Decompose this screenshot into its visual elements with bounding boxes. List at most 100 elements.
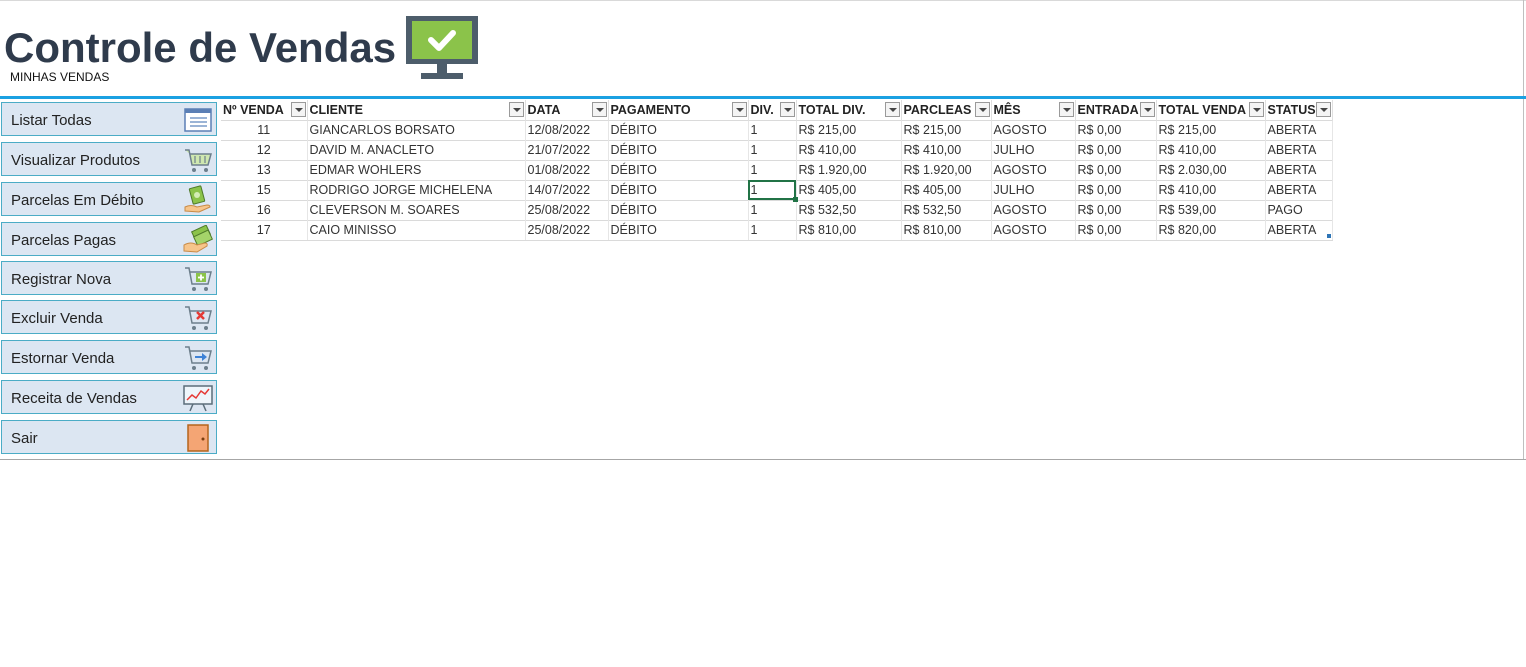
excluir-venda-button[interactable]: Excluir Venda xyxy=(1,300,217,334)
column-header[interactable]: STATUS xyxy=(1265,100,1333,120)
table-cell[interactable]: R$ 810,00 xyxy=(796,219,902,241)
table-cell[interactable]: 17 xyxy=(221,219,308,241)
table-cell[interactable]: CLEVERSON M. SOARES xyxy=(307,199,526,220)
parcelas-pagas-button[interactable]: Parcelas Pagas xyxy=(1,222,217,256)
table-cell[interactable]: 1 xyxy=(748,199,797,220)
column-header[interactable]: MÊS xyxy=(991,100,1076,120)
table-cell[interactable]: EDMAR WOHLERS xyxy=(307,159,526,180)
table-cell[interactable]: 11 xyxy=(221,119,308,140)
table-cell[interactable]: R$ 215,00 xyxy=(901,119,992,140)
table-cell[interactable]: ABERTA xyxy=(1265,219,1333,241)
selection-fill-handle[interactable] xyxy=(793,197,798,202)
table-cell[interactable]: R$ 1.920,00 xyxy=(796,159,902,180)
table-cell[interactable]: CAIO MINISSO xyxy=(307,219,526,241)
table-cell[interactable]: AGOSTO xyxy=(991,159,1076,180)
table-cell[interactable]: DÉBITO xyxy=(608,179,749,200)
column-header[interactable]: PAGAMENTO xyxy=(608,100,749,120)
sair-button[interactable]: Sair xyxy=(1,420,217,454)
table-cell[interactable]: 25/08/2022 xyxy=(525,199,609,220)
table-cell[interactable]: R$ 532,50 xyxy=(796,199,902,220)
filter-dropdown-icon[interactable] xyxy=(1248,102,1264,117)
table-cell[interactable]: R$ 539,00 xyxy=(1156,199,1266,220)
filter-dropdown-icon[interactable] xyxy=(1315,102,1331,117)
table-cell[interactable]: R$ 410,00 xyxy=(1156,179,1266,200)
table-cell[interactable]: DÉBITO xyxy=(608,139,749,160)
table-cell[interactable]: DÉBITO xyxy=(608,119,749,140)
table-cell[interactable]: ABERTA xyxy=(1265,179,1333,200)
table-cell[interactable]: DAVID M. ANACLETO xyxy=(307,139,526,160)
column-header[interactable]: ENTRADA xyxy=(1075,100,1157,120)
table-cell[interactable]: AGOSTO xyxy=(991,219,1076,241)
column-header[interactable]: TOTAL VENDA xyxy=(1156,100,1266,120)
table-cell[interactable]: JULHO xyxy=(991,139,1076,160)
table-cell[interactable]: AGOSTO xyxy=(991,199,1076,220)
filter-dropdown-icon[interactable] xyxy=(731,102,747,117)
table-cell[interactable]: AGOSTO xyxy=(991,119,1076,140)
table-row: 16 CLEVERSON M. SOARES 25/08/2022 DÉBITO 1 R$… xyxy=(221,199,1333,220)
table-cell[interactable]: DÉBITO xyxy=(608,219,749,241)
table-cell[interactable]: 14/07/2022 xyxy=(525,179,609,200)
table-cell[interactable]: 1 xyxy=(748,119,797,140)
table-cell[interactable]: DÉBITO xyxy=(608,199,749,220)
table-cell[interactable]: ABERTA xyxy=(1265,119,1333,140)
table-cell[interactable]: R$ 2.030,00 xyxy=(1156,159,1266,180)
table-cell[interactable]: R$ 0,00 xyxy=(1075,159,1157,180)
table-cell[interactable]: R$ 0,00 xyxy=(1075,119,1157,140)
table-cell[interactable]: GIANCARLOS BORSATO xyxy=(307,119,526,140)
table-cell[interactable]: 1 xyxy=(748,139,797,160)
registrar-nova-button[interactable]: Registrar Nova xyxy=(1,261,217,295)
table-cell[interactable]: R$ 405,00 xyxy=(796,179,902,200)
listar-todas-button[interactable]: Listar Todas xyxy=(1,102,217,136)
table-cell[interactable]: R$ 810,00 xyxy=(901,219,992,241)
table-cell[interactable]: R$ 0,00 xyxy=(1075,139,1157,160)
table-cell[interactable]: ABERTA xyxy=(1265,159,1333,180)
filter-dropdown-icon[interactable] xyxy=(1058,102,1074,117)
column-header[interactable]: DATA xyxy=(525,100,609,120)
table-cell[interactable]: PAGO xyxy=(1265,199,1333,220)
table-cell[interactable]: R$ 820,00 xyxy=(1156,219,1266,241)
table-cell[interactable]: 1 xyxy=(748,179,797,200)
table-cell[interactable]: 15 xyxy=(221,179,308,200)
column-header[interactable]: TOTAL DIV. xyxy=(796,100,902,120)
table-cell[interactable]: R$ 0,00 xyxy=(1075,199,1157,220)
column-header[interactable]: PARCLEAS xyxy=(901,100,992,120)
parcelas-em-debito-button[interactable]: Parcelas Em Débito xyxy=(1,182,217,216)
table-cell[interactable]: JULHO xyxy=(991,179,1076,200)
table-cell[interactable]: 12 xyxy=(221,139,308,160)
table-cell[interactable]: 01/08/2022 xyxy=(525,159,609,180)
table-cell[interactable]: R$ 0,00 xyxy=(1075,179,1157,200)
column-header[interactable]: DIV. xyxy=(748,100,797,120)
table-cell[interactable]: R$ 532,50 xyxy=(901,199,992,220)
column-header[interactable]: CLIENTE xyxy=(307,100,526,120)
filter-dropdown-icon[interactable] xyxy=(290,102,306,117)
filter-dropdown-icon[interactable] xyxy=(1139,102,1155,117)
table-cell[interactable]: 1 xyxy=(748,219,797,241)
table-cell[interactable]: R$ 215,00 xyxy=(1156,119,1266,140)
table-cell[interactable]: R$ 410,00 xyxy=(1156,139,1266,160)
table-cell[interactable]: 21/07/2022 xyxy=(525,139,609,160)
table-cell[interactable]: 13 xyxy=(221,159,308,180)
filter-dropdown-icon[interactable] xyxy=(974,102,990,117)
table-cell[interactable]: RODRIGO JORGE MICHELENA xyxy=(307,179,526,200)
receita-de-vendas-button[interactable]: Receita de Vendas xyxy=(1,380,217,414)
table-cell[interactable]: 25/08/2022 xyxy=(525,219,609,241)
table-cell[interactable]: DÉBITO xyxy=(608,159,749,180)
filter-dropdown-icon[interactable] xyxy=(779,102,795,117)
table-cell[interactable]: R$ 410,00 xyxy=(796,139,902,160)
table-cell[interactable]: ABERTA xyxy=(1265,139,1333,160)
table-resize-handle[interactable] xyxy=(1327,234,1331,238)
table-cell[interactable]: 16 xyxy=(221,199,308,220)
visualizar-produtos-button[interactable]: Visualizar Produtos xyxy=(1,142,217,176)
filter-dropdown-icon[interactable] xyxy=(884,102,900,117)
table-cell[interactable]: 12/08/2022 xyxy=(525,119,609,140)
table-cell[interactable]: R$ 405,00 xyxy=(901,179,992,200)
table-cell[interactable]: R$ 215,00 xyxy=(796,119,902,140)
table-cell[interactable]: R$ 410,00 xyxy=(901,139,992,160)
table-cell[interactable]: 1 xyxy=(748,159,797,180)
filter-dropdown-icon[interactable] xyxy=(591,102,607,117)
filter-dropdown-icon[interactable] xyxy=(508,102,524,117)
column-header[interactable]: Nº VENDA xyxy=(221,100,308,120)
estornar-venda-button[interactable]: Estornar Venda xyxy=(1,340,217,374)
table-cell[interactable]: R$ 0,00 xyxy=(1075,219,1157,241)
table-cell[interactable]: R$ 1.920,00 xyxy=(901,159,992,180)
